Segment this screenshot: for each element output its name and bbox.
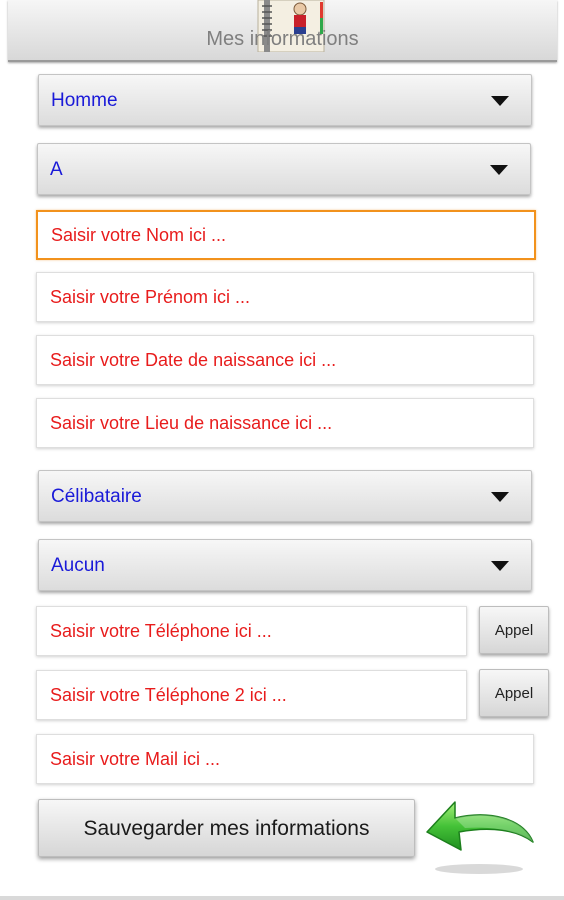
birthdate-input[interactable] (37, 336, 533, 384)
marital-status-select[interactable]: Célibataire (38, 470, 532, 522)
dropdown-arrow-icon (491, 96, 509, 106)
gender-select[interactable]: Homme (38, 74, 532, 126)
nom-field[interactable] (36, 210, 536, 260)
marital-status-value: Célibataire (51, 486, 142, 507)
phone2-input[interactable] (37, 671, 466, 719)
back-arrow-icon[interactable] (421, 796, 537, 876)
phone-field[interactable] (36, 606, 467, 656)
call2-button[interactable]: Appel (479, 669, 549, 717)
dropdown-arrow-icon (490, 165, 508, 175)
phone-input[interactable] (37, 607, 466, 655)
dropdown-arrow-icon (491, 561, 509, 571)
birthplace-field[interactable] (36, 398, 534, 448)
nom-input[interactable] (38, 212, 534, 258)
page-title: Mes informations (206, 28, 359, 50)
birthplace-input[interactable] (37, 399, 533, 447)
save-button[interactable]: Sauvegarder mes informations (38, 799, 415, 857)
app-header: Mes informations (8, 0, 557, 62)
phone2-field[interactable] (36, 670, 467, 720)
mail-input[interactable] (37, 735, 533, 783)
birthdate-field[interactable] (36, 335, 534, 385)
secondary-select[interactable]: Aucun (38, 539, 532, 591)
mail-field[interactable] (36, 734, 534, 784)
secondary-select-value: Aucun (51, 555, 105, 576)
letter-select[interactable]: A (37, 143, 531, 195)
prenom-field[interactable] (36, 272, 534, 322)
prenom-input[interactable] (37, 273, 533, 321)
call-button[interactable]: Appel (479, 606, 549, 654)
dropdown-arrow-icon (491, 492, 509, 502)
letter-select-value: A (50, 159, 63, 180)
gender-select-value: Homme (51, 90, 118, 111)
bottom-divider (0, 896, 564, 900)
